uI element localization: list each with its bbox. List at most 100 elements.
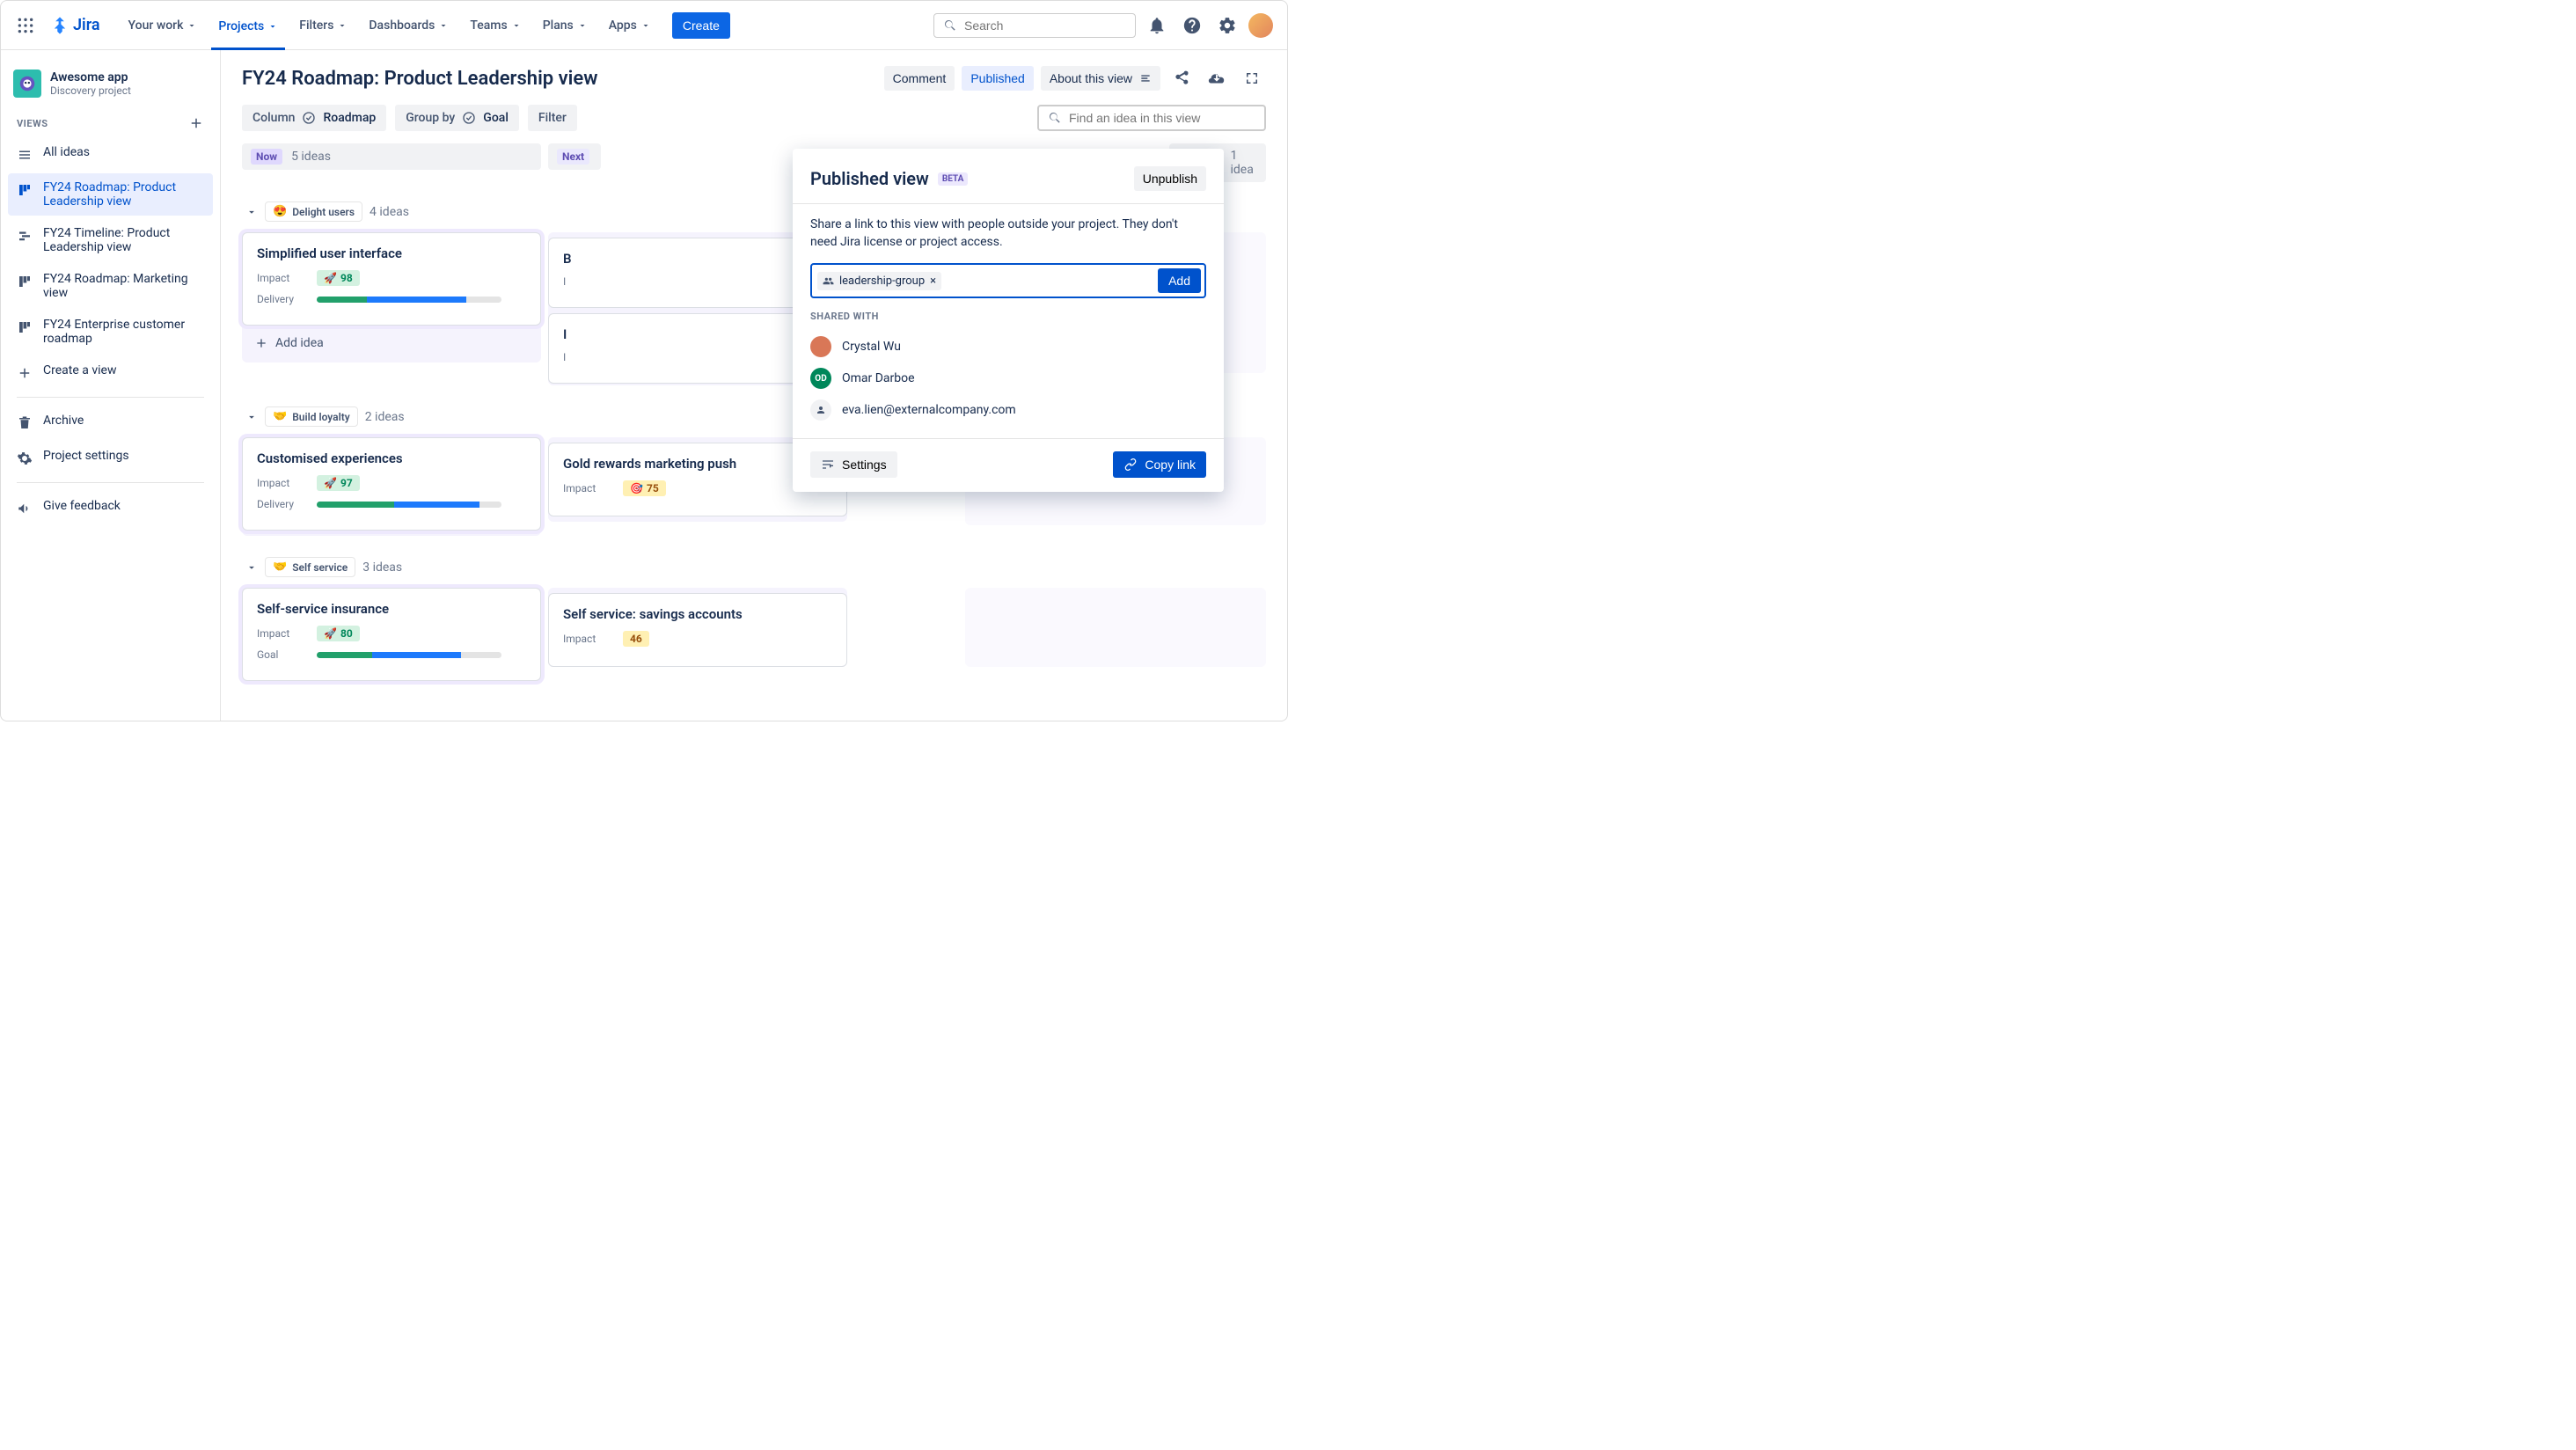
sidebar-project-settings[interactable]: Project settings [8, 442, 213, 473]
comment-button[interactable]: Comment [884, 66, 955, 91]
trash-icon [17, 415, 33, 431]
avatar [810, 336, 831, 357]
board-icon [17, 182, 33, 198]
board-icon [17, 274, 33, 289]
share-token[interactable]: leadership-group × [817, 272, 941, 290]
settings-icon[interactable] [1213, 11, 1241, 40]
export-icon[interactable] [1203, 64, 1231, 92]
shared-with-label: SHARED WITH [810, 311, 1206, 322]
about-view-button[interactable]: About this view [1041, 66, 1160, 91]
card-title: Simplified user interface [257, 245, 526, 261]
wont-count: 1 idea [1231, 149, 1260, 177]
sidebar: Awesome app Discovery project VIEWS All … [1, 50, 221, 721]
user-avatar[interactable] [1248, 13, 1273, 38]
next-badge: Next [557, 149, 589, 165]
share-icon[interactable] [1167, 64, 1196, 92]
nav-filters[interactable]: Filters [292, 13, 355, 38]
copy-link-button[interactable]: Copy link [1113, 451, 1206, 478]
check-circle-icon [302, 111, 316, 125]
column-now-head[interactable]: Now 5 ideas [242, 143, 541, 170]
popover-description: Share a link to this view with people ou… [810, 216, 1206, 251]
avatar: OD [810, 368, 831, 389]
published-view-popover: Published view BETA Unpublish Share a li… [793, 149, 1224, 492]
chevron-down-icon[interactable] [245, 206, 258, 218]
goal-tag-selfservice: 🤝Self service [265, 557, 355, 577]
project-name: Awesome app [50, 70, 131, 84]
group-selfservice-head[interactable]: 🤝Self service 3 ideas [242, 553, 1266, 581]
list-icon [1139, 72, 1152, 84]
idea-card[interactable]: Self service: savings accounts Impact46 [548, 593, 847, 667]
project-header[interactable]: Awesome app Discovery project [8, 64, 213, 103]
global-search[interactable] [933, 13, 1136, 38]
delivery-bar [317, 297, 501, 303]
plus-icon [17, 365, 33, 381]
megaphone-icon [17, 501, 33, 516]
sliders-icon [821, 458, 835, 472]
sidebar-feedback[interactable]: Give feedback [8, 492, 213, 524]
beta-badge: BETA [938, 172, 969, 186]
add-share-button[interactable]: Add [1158, 268, 1201, 293]
jira-logo-text: Jira [73, 16, 100, 34]
goal-tag-loyalty: 🤝Build loyalty [265, 406, 358, 427]
share-input[interactable]: leadership-group × Add [810, 263, 1206, 298]
sidebar-all-ideas[interactable]: All ideas [8, 138, 213, 170]
nav-your-work[interactable]: Your work [121, 13, 205, 38]
shared-person: eva.lien@externalcompany.com [810, 394, 1206, 426]
column-filter[interactable]: Column Roadmap [242, 105, 386, 131]
expand-icon[interactable] [1238, 64, 1266, 92]
goal-tag-delight: 😍Delight users [265, 201, 362, 222]
project-type: Discovery project [50, 84, 131, 97]
chevron-down-icon[interactable] [245, 411, 258, 423]
nav-teams[interactable]: Teams [463, 13, 528, 38]
link-icon [1123, 458, 1138, 472]
add-idea-button[interactable]: Add idea [242, 326, 541, 361]
idea-card[interactable]: Customised experiences Impact🚀 97 Delive… [242, 437, 541, 531]
sidebar-fy24-roadmap-mkt[interactable]: FY24 Roadmap: Marketing view [8, 265, 213, 307]
group-icon [823, 275, 834, 287]
app-switcher-icon[interactable] [15, 15, 36, 36]
create-button[interactable]: Create [672, 12, 730, 39]
idea-card[interactable]: Simplified user interface Impact🚀 98 Del… [242, 232, 541, 326]
impact-pill: 🚀 98 [317, 270, 360, 286]
jira-logo[interactable]: Jira [50, 16, 100, 35]
unpublish-button[interactable]: Unpublish [1134, 166, 1206, 191]
sidebar-fy24-timeline-plv[interactable]: FY24 Timeline: Product Leadership view [8, 219, 213, 261]
search-input[interactable] [964, 18, 1126, 33]
popover-settings-button[interactable]: Settings [810, 451, 897, 478]
nav-dashboards[interactable]: Dashboards [362, 13, 456, 38]
column-next-head[interactable]: Next [548, 143, 601, 170]
top-nav: Jira Your work Projects Filters Dashboar… [1, 1, 1287, 50]
nav-apps[interactable]: Apps [602, 13, 658, 38]
gear-icon [17, 450, 33, 466]
now-count: 5 ideas [291, 150, 331, 164]
search-icon [1048, 111, 1062, 125]
find-idea-search[interactable] [1037, 105, 1266, 131]
project-icon [13, 70, 41, 98]
check-circle-icon [462, 111, 476, 125]
groupby-filter[interactable]: Group by Goal [395, 105, 519, 131]
published-button[interactable]: Published [962, 66, 1034, 91]
page-title: FY24 Roadmap: Product Leadership view [242, 68, 877, 90]
remove-token-icon[interactable]: × [930, 275, 936, 288]
person-icon [810, 399, 831, 421]
timeline-icon [17, 228, 33, 244]
filter-chip[interactable]: Filter [528, 105, 577, 131]
views-label: VIEWS [17, 118, 48, 129]
list-icon [17, 147, 33, 163]
shared-person: OD Omar Darboe [810, 362, 1206, 394]
add-view-icon[interactable] [188, 115, 204, 131]
notifications-icon[interactable] [1143, 11, 1171, 40]
search-icon [943, 18, 957, 33]
chevron-down-icon[interactable] [245, 561, 258, 574]
idea-card[interactable]: Self-service insurance Impact🚀 80 Goal [242, 588, 541, 681]
nav-plans[interactable]: Plans [536, 13, 595, 38]
board-icon [17, 319, 33, 335]
sidebar-fy24-roadmap-plv[interactable]: FY24 Roadmap: Product Leadership view [8, 173, 213, 216]
help-icon[interactable] [1178, 11, 1206, 40]
sidebar-fy24-enterprise[interactable]: FY24 Enterprise customer roadmap [8, 311, 213, 353]
nav-projects[interactable]: Projects [211, 14, 285, 50]
now-badge: Now [251, 149, 282, 165]
sidebar-archive[interactable]: Archive [8, 406, 213, 438]
popover-title: Published view [810, 168, 929, 189]
sidebar-create-view[interactable]: Create a view [8, 356, 213, 388]
